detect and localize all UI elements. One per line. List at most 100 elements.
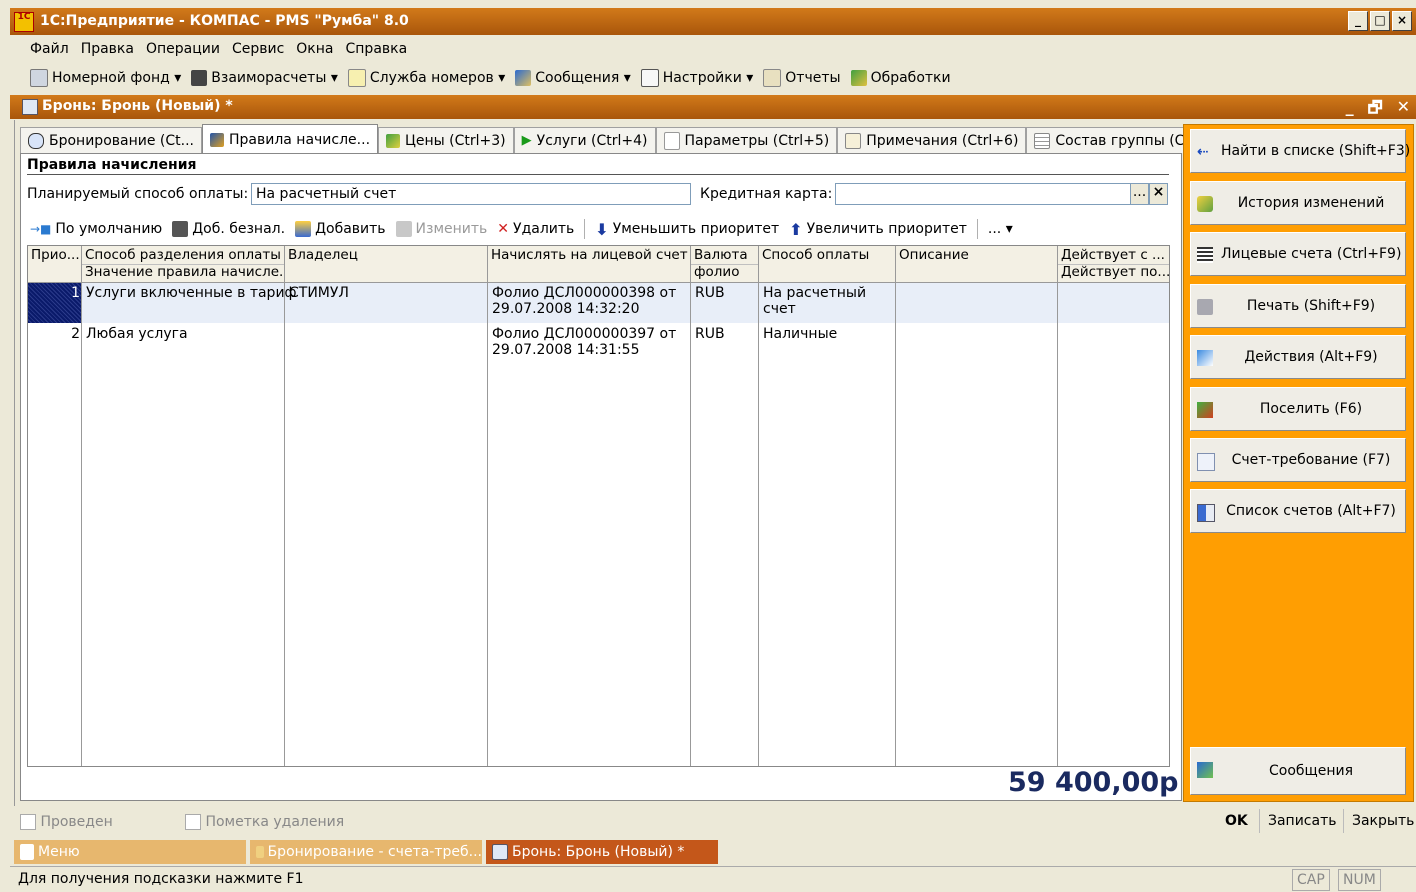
document-icon — [22, 99, 38, 115]
tab-group[interactable]: Состав группы (C... — [1026, 127, 1206, 153]
messages-button[interactable]: Сообщения — [1190, 747, 1406, 795]
minimize-button[interactable]: _ — [1348, 11, 1368, 31]
find-in-list-icon: ⇠ — [1197, 144, 1209, 160]
credit-card-label: Кредитная карта: — [700, 186, 833, 202]
actions-button[interactable]: Действия (Alt+F9) — [1190, 335, 1406, 379]
menu-service[interactable]: Сервис — [232, 41, 284, 57]
noncash-icon — [172, 221, 189, 237]
invoice-list-button[interactable]: Список счетов (Alt+F7) — [1190, 489, 1406, 533]
history-icon — [1197, 196, 1213, 212]
column-folio[interactable]: Начислять на лицевой счет — [488, 246, 690, 283]
toolbar-room-service[interactable]: Служба номеров ▾ — [347, 69, 505, 87]
checkin-button[interactable]: Поселить (F6) — [1190, 387, 1406, 431]
menu-windows[interactable]: Окна — [296, 41, 333, 57]
menu-help[interactable]: Справка — [346, 41, 408, 57]
menu-file[interactable]: Файл — [30, 41, 69, 57]
delete-button[interactable]: ✕ Удалить — [497, 221, 574, 237]
main-toolbar: Номерной фонд ▾ Взаиморасчеты ▾ Служба н… — [10, 63, 1416, 93]
edit-icon — [395, 221, 412, 237]
column-description[interactable]: Описание — [896, 246, 1057, 283]
side-actions-panel: ⇠ Найти в списке (Shift+F3) История измен… — [1183, 124, 1414, 802]
rules-icon — [209, 132, 224, 147]
clear-card-button[interactable]: × — [1149, 183, 1168, 205]
table-icon — [1034, 132, 1051, 149]
edit-button[interactable]: Изменить — [395, 221, 487, 237]
toolbar-rooms[interactable]: Номерной фонд ▾ — [30, 69, 181, 87]
column-payment-method[interactable]: Способ оплаты — [759, 246, 895, 283]
document-icon — [492, 844, 508, 860]
save-button[interactable]: Записать — [1268, 813, 1337, 829]
charge-rules-table[interactable]: Прио... Способ разделения оплаты Значени… — [27, 245, 1170, 767]
menu-edit[interactable]: Правка — [81, 41, 134, 57]
grid-toolbar: →■ По умолчанию Доб. безнал. Добавить Изм… — [30, 216, 1170, 242]
section-divider — [27, 174, 1169, 175]
column-priority[interactable]: Прио... — [28, 246, 81, 283]
folder-icon — [256, 846, 264, 858]
tab-parameters[interactable]: Параметры (Ctrl+5) — [655, 127, 838, 153]
report-icon — [763, 69, 782, 87]
select-card-button[interactable]: ... — [1130, 183, 1149, 205]
tab-booking[interactable]: Бронирование (Ct... — [20, 127, 202, 153]
status-bar: Для получения подсказки нажмите F1 CAP N… — [10, 866, 1416, 892]
checkbox-box — [185, 814, 201, 830]
num-indicator: NUM — [1338, 869, 1381, 891]
status-hint: Для получения подсказки нажмите F1 — [18, 871, 304, 887]
toolbar-separator-2 — [976, 219, 978, 239]
calculator-icon — [191, 70, 208, 86]
tab-prices[interactable]: Цены (Ctrl+3) — [378, 127, 514, 153]
find-in-list-button[interactable]: ⇠ Найти в списке (Shift+F3) — [1190, 129, 1410, 173]
more-button[interactable]: ... ▾ — [988, 221, 1013, 237]
toolbar-settings[interactable]: Настройки ▾ — [640, 69, 753, 87]
tab-charge-rules[interactable]: Правила начисле... — [201, 124, 379, 154]
decrease-priority-button[interactable]: ⬇ Уменьшить приоритет — [595, 220, 779, 239]
ok-button[interactable]: OK — [1225, 813, 1248, 829]
table-row[interactable]: 2 Любая услуга Фолио ДСЛ000000397 от 29.… — [28, 324, 1169, 364]
increase-priority-button[interactable]: ⬆ Увеличить приоритет — [789, 220, 967, 239]
toolbar-processing[interactable]: Обработки — [850, 70, 951, 86]
task-menu[interactable]: Меню — [14, 840, 246, 864]
credit-card-field[interactable] — [835, 183, 1131, 205]
task-booking-document[interactable]: Бронь: Бронь (Новый) * — [486, 840, 718, 864]
add-noncash-button[interactable]: Доб. безнал. — [172, 221, 285, 237]
deletion-mark-checkbox[interactable]: Пометка удаления — [185, 814, 344, 830]
column-owner[interactable]: Владелец — [285, 246, 487, 283]
invoice-list-icon — [1197, 504, 1215, 522]
clock-icon — [28, 132, 44, 149]
document-title: Бронь: Бронь (Новый) * — [42, 98, 233, 114]
close-document-button[interactable]: Закрыть — [1352, 813, 1414, 829]
tab-services[interactable]: ▶ Услуги (Ctrl+4) — [513, 127, 656, 153]
maximize-button[interactable]: □ — [1370, 11, 1390, 31]
processing-icon — [850, 70, 867, 86]
section-title: Правила начисления — [27, 157, 197, 173]
toolbar-separator — [584, 219, 586, 239]
document-title-bar: Бронь: Бронь (Новый) * _ 🗗 ✕ — [10, 95, 1416, 119]
default-button[interactable]: →■ По умолчанию — [30, 221, 162, 237]
table-row[interactable]: 1 Услуги включенные в тариф СТИМУЛ Фолио… — [28, 283, 1169, 323]
toolbar-messages[interactable]: Сообщения ▾ — [515, 70, 631, 86]
history-button[interactable]: История изменений — [1190, 181, 1406, 225]
toolbar-reports[interactable]: Отчеты — [763, 69, 841, 87]
checklist-icon — [347, 69, 366, 87]
task-booking-invoices[interactable]: Бронирование - счета-треб... — [250, 840, 482, 864]
print-button[interactable]: Печать (Shift+F9) — [1190, 284, 1406, 328]
app-title: 1С:Предприятие - КОМПАС - PMS "Румба" 8.… — [40, 13, 409, 29]
payment-method-field[interactable]: На расчетный счет — [251, 183, 691, 205]
checkin-icon — [1197, 402, 1213, 418]
posted-checkbox[interactable]: Проведен — [20, 814, 113, 830]
close-button[interactable]: × — [1392, 11, 1412, 31]
tab-notes[interactable]: Примечания (Ctrl+6) — [837, 127, 1027, 153]
toolbar-settlements[interactable]: Взаиморасчеты ▾ — [191, 70, 338, 86]
add-button[interactable]: Добавить — [295, 221, 386, 237]
default-icon: →■ — [30, 222, 52, 236]
app-logo-icon: 1С — [14, 12, 34, 32]
arrow-down-icon: ⬇ — [595, 219, 609, 239]
settings-icon — [640, 69, 659, 87]
accounts-button[interactable]: Лицевые счета (Ctrl+F9) — [1190, 232, 1406, 276]
notes-icon — [845, 132, 862, 149]
page-icon — [663, 131, 680, 150]
menu-operations[interactable]: Операции — [146, 41, 220, 57]
actions-icon — [1197, 350, 1213, 366]
messages-icon — [515, 70, 532, 86]
invoice-button[interactable]: Счет-требование (F7) — [1190, 438, 1406, 482]
checkbox-box — [20, 814, 36, 830]
